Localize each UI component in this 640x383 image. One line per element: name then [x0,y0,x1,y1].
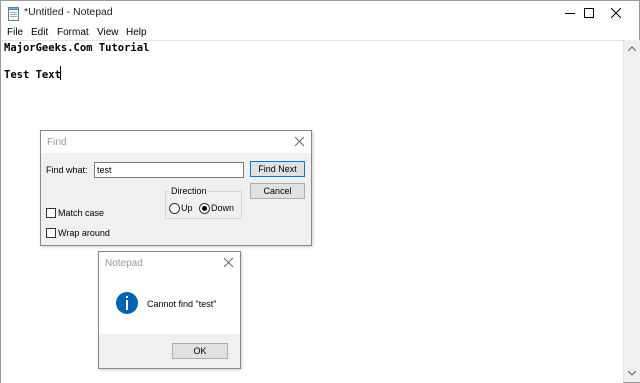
cancel-button[interactable]: Cancel [250,183,305,199]
editor-line: MajorGeeks.Com Tutorial [4,42,150,54]
close-icon [611,8,621,18]
editor-line: Test Text [4,69,61,81]
find-next-button[interactable]: Find Next [250,161,305,177]
vertical-scrollbar[interactable] [623,40,640,382]
scroll-down-icon[interactable] [628,371,636,376]
info-icon [116,292,138,314]
direction-up-radio[interactable] [169,203,180,214]
wrap-around-checkbox[interactable] [46,228,56,238]
message-box-title: Notepad [105,258,143,269]
wrap-around-label: Wrap around [58,228,110,238]
ok-button[interactable]: OK [172,343,228,359]
notepad-message-box: Notepad Cannot find "test" OK [98,251,241,369]
direction-label: Direction [169,186,209,196]
close-icon[interactable] [294,136,305,147]
close-button[interactable] [593,1,639,26]
find-what-input[interactable]: test [94,162,244,178]
menu-format[interactable]: Format [57,26,89,40]
find-what-label: Find what: [46,165,88,175]
menu-view[interactable]: View [97,26,119,40]
text-caret [60,66,61,80]
message-box-title-bar[interactable]: Notepad [99,252,240,274]
menu-file[interactable]: File [7,26,23,40]
menu-help[interactable]: Help [126,26,147,40]
notepad-app-icon [8,6,20,21]
window-title: *Untitled - Notepad [24,6,113,18]
scroll-up-icon[interactable] [628,46,636,51]
direction-down-radio[interactable] [199,203,210,214]
message-text: Cannot find "test" [147,299,217,309]
close-icon[interactable] [223,257,234,268]
menu-bar: File Edit Format View Help [1,26,639,40]
message-box-footer: OK [99,334,240,368]
title-bar[interactable]: *Untitled - Notepad [1,1,639,26]
match-case-checkbox[interactable] [46,208,56,218]
find-dialog-title: Find [47,137,67,148]
find-dialog: Find Find what: test Find Next Cancel Di… [40,130,312,246]
menu-edit[interactable]: Edit [31,26,48,40]
direction-up-label: Up [181,203,193,213]
find-dialog-title-bar[interactable]: Find [41,131,311,153]
direction-down-label: Down [211,203,235,213]
match-case-label: Match case [58,208,105,218]
